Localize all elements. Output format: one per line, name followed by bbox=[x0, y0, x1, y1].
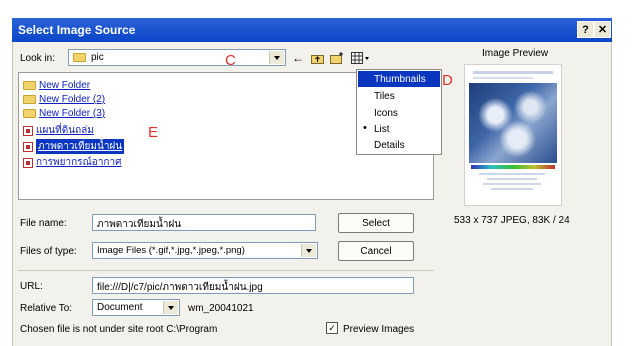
url-input[interactable]: file:///D|/c7/pic/ภาพดาวเทียมน้ำฝน.jpg bbox=[92, 277, 414, 294]
list-item[interactable]: New Folder (3) bbox=[23, 107, 105, 120]
menu-item-label: Thumbnails bbox=[374, 73, 426, 85]
list-item-selected[interactable]: ภาพดาวเทียมน้ำฝน bbox=[23, 139, 125, 154]
list-item[interactable]: การพยากรณ์อากาศ bbox=[23, 156, 121, 169]
file-name-label: File name: bbox=[20, 218, 67, 229]
menu-item-tiles[interactable]: Tiles bbox=[358, 88, 440, 104]
menu-item-label: Details bbox=[374, 139, 405, 151]
annotation-d: D bbox=[442, 72, 453, 89]
relative-to-value: Document bbox=[97, 302, 143, 313]
list-item-label: การพยากรณ์อากาศ bbox=[36, 157, 122, 168]
menu-item-icons[interactable]: Icons bbox=[358, 105, 440, 121]
look-in-value: pic bbox=[91, 52, 104, 63]
folder-icon bbox=[23, 109, 36, 118]
site-root-warning: Chosen file is not under site root C:\Pr… bbox=[20, 324, 218, 335]
menu-item-list[interactable]: • List bbox=[358, 121, 440, 137]
look-in-label: Look in: bbox=[20, 53, 56, 64]
menu-item-details[interactable]: Details bbox=[358, 137, 440, 153]
chevron-down-icon[interactable] bbox=[163, 301, 178, 314]
cancel-button[interactable]: Cancel bbox=[338, 241, 414, 261]
view-menu-icon[interactable] bbox=[350, 51, 372, 65]
list-item[interactable]: New Folder bbox=[23, 79, 90, 92]
chevron-down-icon[interactable] bbox=[269, 51, 284, 64]
url-value: file:///D|/c7/pic/ภาพดาวเทียมน้ำฝน.jpg bbox=[97, 282, 263, 293]
close-button[interactable]: ✕ bbox=[594, 21, 611, 38]
menu-item-label: Icons bbox=[374, 107, 398, 119]
preview-info: 533 x 737 JPEG, 83K / 24 bbox=[454, 215, 570, 226]
folder-icon bbox=[73, 53, 86, 62]
chevron-down-icon[interactable] bbox=[301, 244, 316, 257]
preview-title: Image Preview bbox=[482, 48, 549, 59]
back-arrow-icon[interactable]: ← bbox=[291, 51, 305, 65]
menu-item-label: List bbox=[374, 123, 390, 135]
help-button[interactable]: ? bbox=[577, 21, 594, 38]
list-item[interactable]: New Folder (2) bbox=[23, 93, 105, 106]
up-folder-icon[interactable] bbox=[310, 51, 324, 65]
relative-file: wm_20041021 bbox=[188, 303, 254, 314]
image-file-icon bbox=[23, 157, 33, 168]
files-of-type-label: Files of type: bbox=[20, 246, 77, 257]
image-file-icon bbox=[23, 125, 33, 136]
file-name-input[interactable]: ภาพดาวเทียมน้ำฝน bbox=[92, 214, 316, 231]
relative-to-label: Relative To: bbox=[20, 303, 73, 314]
preview-image bbox=[464, 64, 562, 206]
folder-icon bbox=[23, 81, 36, 90]
view-menu[interactable]: Thumbnails Tiles Icons • List Details bbox=[356, 69, 442, 155]
dialog-title: Select Image Source bbox=[18, 23, 136, 37]
list-item[interactable]: แผนที่ดินถล่ม bbox=[23, 124, 94, 137]
select-button[interactable]: Select bbox=[338, 213, 414, 233]
relative-to-select[interactable]: Document bbox=[92, 299, 180, 316]
preview-images-label: Preview Images bbox=[343, 324, 415, 335]
annotation-c: C bbox=[225, 52, 236, 69]
files-of-type-select[interactable]: Image Files (*.gif,*.jpg,*.jpeg,*.png) bbox=[92, 242, 318, 259]
list-item-label: New Folder bbox=[39, 80, 91, 91]
list-item-label: New Folder (3) bbox=[39, 108, 106, 119]
menu-item-thumbnails[interactable]: Thumbnails bbox=[358, 71, 440, 87]
preview-images-checkbox[interactable]: ✓ bbox=[326, 322, 338, 334]
menu-item-label: Tiles bbox=[374, 90, 395, 102]
folder-icon bbox=[23, 95, 36, 104]
list-item-label: New Folder (2) bbox=[39, 94, 106, 105]
divider bbox=[18, 270, 434, 271]
list-item-label: แผนที่ดินถล่ม bbox=[36, 125, 94, 136]
image-file-icon bbox=[23, 141, 33, 152]
new-folder-icon[interactable] bbox=[330, 51, 344, 65]
files-of-type-value: Image Files (*.gif,*.jpg,*.jpeg,*.png) bbox=[97, 245, 245, 256]
look-in-select[interactable]: pic bbox=[68, 49, 286, 66]
file-name-value: ภาพดาวเทียมน้ำฝน bbox=[97, 219, 182, 230]
list-item-label: ภาพดาวเทียมน้ำฝน bbox=[36, 139, 125, 154]
url-label: URL: bbox=[20, 281, 43, 292]
bullet-check-icon: • bbox=[363, 122, 367, 134]
satellite-image bbox=[469, 83, 557, 163]
annotation-e: E bbox=[148, 124, 159, 141]
title-bar[interactable]: Select Image Source ? ✕ bbox=[12, 18, 612, 42]
